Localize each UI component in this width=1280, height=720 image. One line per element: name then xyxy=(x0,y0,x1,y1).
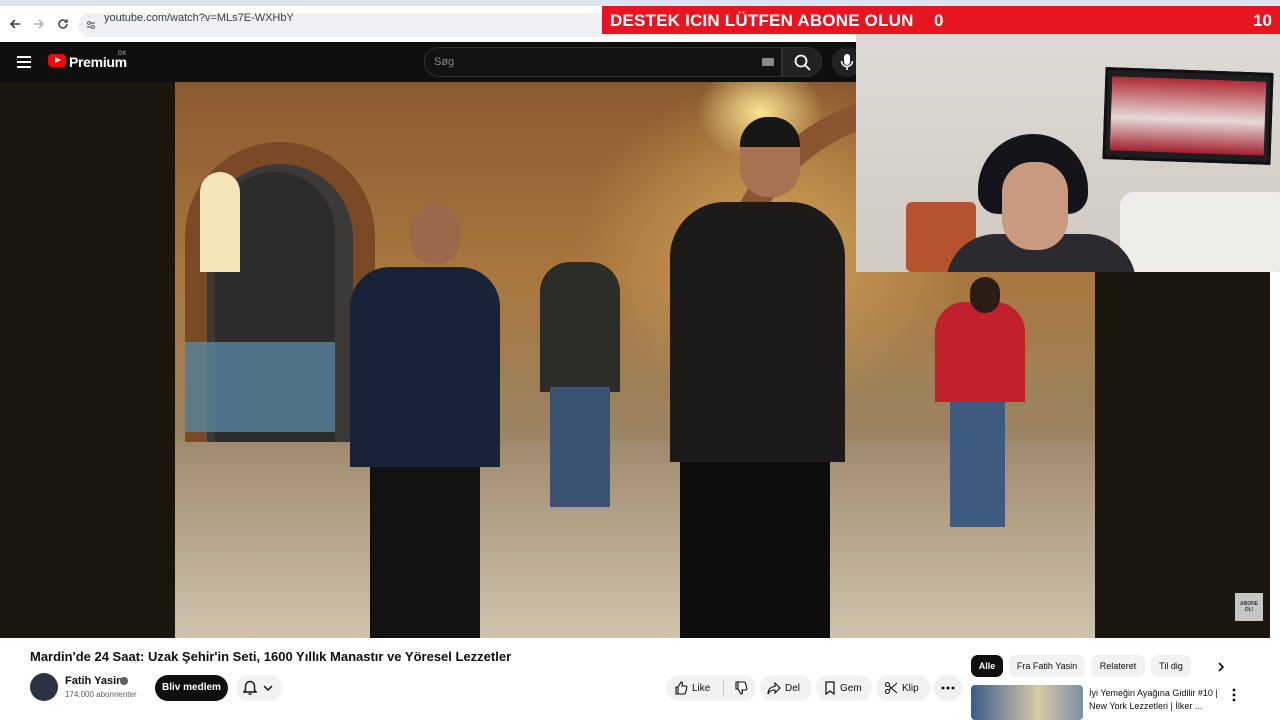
site-info-icon[interactable] xyxy=(86,17,96,35)
search-button[interactable] xyxy=(782,47,822,77)
recommendation-thumbnail[interactable] xyxy=(971,685,1083,720)
subscribe-watermark[interactable]: ABONE OL! xyxy=(1235,593,1263,621)
scene-person xyxy=(410,204,460,264)
scene-person xyxy=(950,397,1005,527)
join-button[interactable]: Bliv medlem xyxy=(155,675,228,701)
url-text[interactable]: youtube.com/watch?v=MLs7E-WXHbY xyxy=(104,12,294,24)
webcam-overlay xyxy=(856,34,1280,272)
verified-icon xyxy=(120,677,128,685)
scene-corridor-floor xyxy=(185,342,335,432)
scene-person xyxy=(970,277,1000,313)
like-button[interactable]: Like xyxy=(666,675,756,701)
search-icon xyxy=(794,54,811,71)
search-input[interactable] xyxy=(424,47,782,77)
clip-label: Klip xyxy=(902,682,919,694)
scissors-icon xyxy=(884,681,898,695)
more-actions-button[interactable] xyxy=(934,675,962,701)
banner-message: DESTEK ICIN LÜTFEN ABONE OLUN xyxy=(610,11,914,30)
forward-icon[interactable] xyxy=(31,16,47,32)
clip-button[interactable]: Klip xyxy=(876,675,930,701)
chip-from-channel[interactable]: Fra Fatih Yasin xyxy=(1009,655,1085,677)
like-label: Like xyxy=(692,682,711,694)
scene-person xyxy=(350,267,500,467)
save-button[interactable]: Gem xyxy=(816,675,872,701)
banner-current-count: 0 xyxy=(934,11,944,30)
save-label: Gem xyxy=(840,682,862,694)
subscribe-goal-banner: DESTEK ICIN LÜTFEN ABONE OLUN 0 10 xyxy=(602,6,1280,34)
scene-person xyxy=(680,452,830,638)
scene-person xyxy=(550,387,610,507)
scene-person xyxy=(740,117,800,147)
bell-icon xyxy=(242,680,258,695)
streamer-face xyxy=(1002,162,1068,250)
like-divider xyxy=(723,680,724,696)
more-vertical-icon[interactable] xyxy=(1230,688,1238,702)
back-icon[interactable] xyxy=(7,16,23,32)
chip-all[interactable]: Alle xyxy=(971,655,1003,677)
webcam-bed xyxy=(1120,192,1280,272)
youtube-logo-icon[interactable] xyxy=(48,54,66,67)
chip-related[interactable]: Relateret xyxy=(1091,655,1145,677)
webcam-tv xyxy=(1102,67,1274,165)
bookmark-icon xyxy=(825,681,835,695)
chevron-right-icon[interactable] xyxy=(1214,660,1228,674)
scene-doorway-light xyxy=(200,172,240,272)
recommendation-title[interactable]: İyi Yemeğin Ayağına Gidilir #10 | New Yo… xyxy=(1089,687,1229,713)
scene-person xyxy=(540,262,620,392)
video-title: Mardin'de 24 Saat: Uzak Şehir'in Seti, 1… xyxy=(30,649,512,664)
country-code: DK xyxy=(118,51,127,57)
keyboard-icon[interactable] xyxy=(762,58,774,66)
menu-icon[interactable] xyxy=(17,56,31,68)
scene-person xyxy=(370,462,480,638)
more-horizontal-icon xyxy=(941,686,955,690)
thumbs-down-icon xyxy=(735,681,748,695)
share-label: Del xyxy=(785,682,801,694)
chevron-down-icon xyxy=(263,685,273,692)
scene-person xyxy=(670,202,845,462)
notification-button[interactable] xyxy=(236,675,282,701)
avatar[interactable] xyxy=(30,673,58,701)
reload-icon[interactable] xyxy=(55,16,71,32)
scene-person xyxy=(935,302,1025,402)
subscriber-count: 174.000 abonnenter xyxy=(65,690,137,699)
thumbs-up-icon xyxy=(675,681,688,695)
chip-for-you[interactable]: Til dig xyxy=(1151,655,1191,677)
share-icon xyxy=(767,681,781,695)
search-placeholder: Søg xyxy=(434,56,455,68)
share-button[interactable]: Del xyxy=(760,675,812,701)
banner-goal-count: 10 xyxy=(1253,11,1272,30)
youtube-masthead: Premium DK Søg xyxy=(0,42,862,82)
channel-name[interactable]: Fatih Yasin xyxy=(65,675,123,687)
